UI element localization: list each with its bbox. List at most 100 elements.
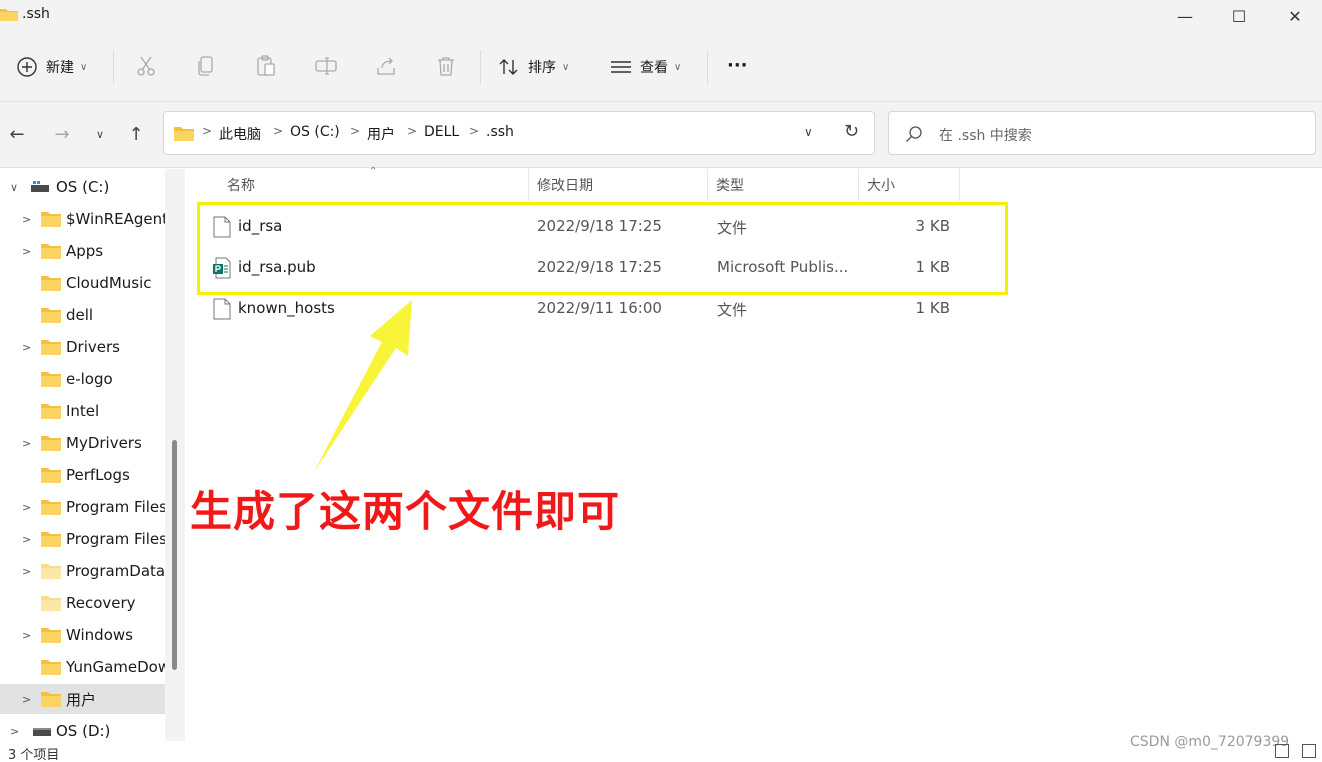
more-options-button[interactable]: ··· (727, 50, 748, 80)
annotation-arrow (314, 300, 412, 472)
chevron-right-icon[interactable]: > (22, 533, 31, 546)
sidebar-item-winreagent[interactable]: > $WinREAgent (0, 204, 165, 234)
folder-icon (41, 532, 61, 547)
chevron-right-icon[interactable]: > (22, 565, 31, 578)
sidebar-item-programdata[interactable]: > ProgramData (0, 556, 165, 586)
sidebar-item-os-c[interactable]: ∨ OS (C:) (0, 172, 165, 202)
drive-icon (33, 728, 51, 736)
folder-icon (41, 692, 61, 707)
sidebar-item-dell[interactable]: dell (0, 300, 165, 330)
sidebar-item-label: Intel (66, 402, 100, 420)
file-size: 1 KB (915, 299, 950, 317)
column-header-type[interactable]: 类型 (708, 169, 859, 201)
sidebar-item-drivers[interactable]: > Drivers (0, 332, 165, 362)
sidebar-item-os-d[interactable]: > OS (D:) (0, 716, 165, 741)
chevron-right-icon[interactable]: > (22, 213, 31, 226)
breadcrumb-users[interactable]: 用户 (367, 124, 395, 144)
annotation-text: 生成了这两个文件即可 (190, 487, 621, 536)
window-title: .ssh (22, 6, 50, 22)
chevron-right-icon[interactable]: > (22, 501, 31, 514)
chevron-right-icon[interactable]: > (22, 245, 31, 258)
breadcrumb-ssh[interactable]: .ssh (486, 124, 514, 140)
folder-icon (41, 436, 61, 451)
share-icon[interactable] (374, 54, 398, 78)
sidebar-item-perflogs[interactable]: PerfLogs (0, 460, 165, 490)
sidebar-scrollbar-thumb[interactable] (172, 440, 177, 670)
chevron-down-icon: ∨ (674, 61, 682, 73)
folder-icon (41, 308, 61, 323)
back-arrow-icon[interactable]: ← (4, 121, 30, 147)
refresh-icon[interactable]: ↻ (844, 121, 859, 142)
sidebar-item-recovery[interactable]: Recovery (0, 588, 165, 618)
chevron-down-icon[interactable]: ∨ (804, 125, 813, 139)
sidebar-item-cloudmusic[interactable]: CloudMusic (0, 268, 165, 298)
sidebar-item-label: Recovery (66, 594, 136, 612)
sidebar-item-program-files-x86[interactable]: > Program Files (0, 524, 165, 554)
sidebar-item-windows[interactable]: > Windows (0, 620, 165, 650)
search-box[interactable]: 在 .ssh 中搜索 (888, 111, 1316, 155)
sort-label: 排序 (528, 60, 556, 76)
sidebar-item-label: PerfLogs (66, 466, 130, 484)
details-view-icon[interactable] (1275, 744, 1289, 758)
minimize-button[interactable]: — (1158, 0, 1212, 32)
cut-icon[interactable] (134, 54, 158, 78)
folder-icon (41, 628, 61, 643)
folder-icon (41, 660, 61, 675)
chevron-right-icon: > (350, 124, 361, 138)
close-button[interactable]: ✕ (1268, 0, 1322, 32)
chevron-right-icon[interactable]: > (22, 341, 31, 354)
sidebar-item-yungamedow[interactable]: YunGameDow (0, 652, 165, 682)
folder-icon (0, 9, 18, 21)
sidebar-item-apps[interactable]: > Apps (0, 236, 165, 266)
navigation-pane: ∨ OS (C:) > $WinREAgent > Apps CloudMusi… (0, 169, 165, 741)
column-header-name[interactable]: 名称 (219, 169, 529, 201)
breadcrumb-this-pc[interactable]: 此电脑 (219, 124, 261, 144)
watermark: CSDN @m0_72079399 (1130, 734, 1290, 750)
sidebar-item-intel[interactable]: Intel (0, 396, 165, 426)
sidebar-item-label: Drivers (66, 338, 120, 356)
rename-icon[interactable] (314, 54, 338, 78)
sidebar-item-e-logo[interactable]: e-logo (0, 364, 165, 394)
chevron-right-icon[interactable]: > (10, 725, 19, 738)
address-bar[interactable]: > 此电脑 > OS (C:) > 用户 > DELL > .ssh ∨ ↻ (163, 111, 875, 155)
search-input[interactable]: 在 .ssh 中搜索 (939, 125, 1032, 145)
plus-circle-icon (17, 57, 37, 77)
sidebar-item-label: Apps (66, 242, 104, 260)
up-arrow-icon[interactable]: ↑ (123, 121, 149, 147)
delete-icon[interactable] (434, 54, 458, 78)
folder-icon (41, 404, 61, 419)
chevron-right-icon[interactable]: > (22, 693, 31, 706)
folder-icon (41, 500, 61, 515)
new-button[interactable]: 新建 ∨ (16, 52, 87, 82)
sort-icon (499, 59, 518, 75)
chevron-down-icon[interactable]: ∨ (10, 181, 18, 194)
forward-arrow-icon[interactable]: → (49, 121, 75, 147)
sidebar-item-label: Program Files (66, 530, 165, 548)
chevron-down-icon: ∨ (80, 61, 88, 73)
paste-icon[interactable] (254, 54, 278, 78)
copy-icon[interactable] (194, 54, 218, 78)
search-icon (906, 126, 922, 142)
file-icon (213, 298, 231, 320)
breadcrumb-os-c[interactable]: OS (C:) (290, 124, 340, 140)
recent-locations-icon[interactable]: ∨ (87, 121, 113, 147)
sidebar-item-mydrivers[interactable]: > MyDrivers (0, 428, 165, 458)
sidebar-item-users[interactable]: > 用户 (0, 684, 165, 714)
column-header-modified[interactable]: 修改日期 (529, 169, 708, 201)
chevron-right-icon[interactable]: > (22, 437, 31, 450)
sidebar-item-label: OS (C:) (56, 178, 110, 196)
maximize-button[interactable]: ☐ (1212, 0, 1266, 32)
folder-icon (41, 276, 61, 291)
tiles-view-icon[interactable] (1302, 744, 1316, 758)
sidebar-item-label: 用户 (66, 690, 97, 709)
chevron-right-icon[interactable]: > (22, 629, 31, 642)
highlight-box (197, 202, 1008, 295)
breadcrumb-dell[interactable]: DELL (424, 124, 459, 140)
sort-button[interactable]: 排序 ∨ (498, 52, 569, 82)
sidebar-item-program-files[interactable]: > Program Files (0, 492, 165, 522)
chevron-right-icon: > (469, 124, 480, 138)
folder-icon (41, 340, 61, 355)
view-button[interactable]: 查看 ∨ (610, 52, 681, 82)
file-type: 文件 (717, 301, 748, 319)
column-header-size[interactable]: 大小 (859, 169, 960, 201)
